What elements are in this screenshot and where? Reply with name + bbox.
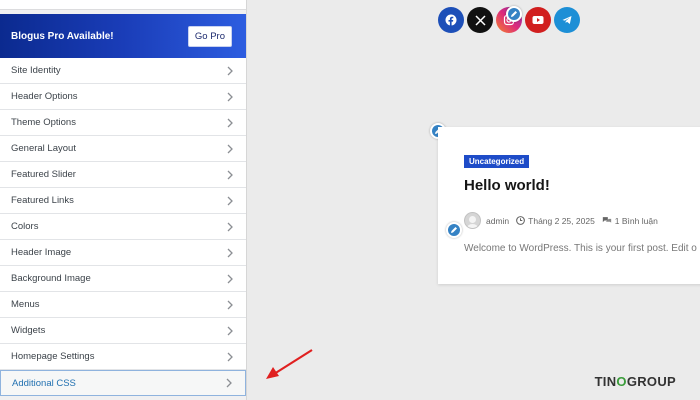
menu-item-label: General Layout xyxy=(11,143,76,154)
menu-item-label: Featured Links xyxy=(11,195,74,206)
watermark-part3: GROUP xyxy=(626,374,676,389)
menu-item-menus[interactable]: Menus xyxy=(0,292,246,318)
chevron-right-icon xyxy=(224,195,236,207)
chevron-right-icon xyxy=(223,377,235,389)
menu-item-label: Header Options xyxy=(11,91,78,102)
chevron-right-icon xyxy=(224,65,236,77)
chevron-right-icon xyxy=(224,247,236,259)
pro-promo-banner: Blogus Pro Available! Go Pro xyxy=(0,14,246,58)
menu-item-general-layout[interactable]: General Layout xyxy=(0,136,246,162)
menu-item-label: Colors xyxy=(11,221,39,232)
comments-icon xyxy=(602,217,611,223)
facebook-icon[interactable] xyxy=(438,7,464,33)
x-icon[interactable] xyxy=(467,7,493,33)
sidebar-top-strip xyxy=(0,0,246,10)
watermark-part2: O xyxy=(616,374,627,389)
chevron-right-icon xyxy=(224,221,236,233)
chevron-right-icon xyxy=(224,169,236,181)
post-author[interactable]: admin xyxy=(486,216,509,226)
menu-item-label: Widgets xyxy=(11,325,46,336)
chevron-right-icon xyxy=(224,117,236,129)
menu-item-label: Homepage Settings xyxy=(11,351,95,362)
youtube-icon[interactable] xyxy=(525,7,551,33)
menu-item-featured-slider[interactable]: Featured Slider xyxy=(0,162,246,188)
go-pro-button[interactable]: Go Pro xyxy=(187,25,232,47)
chevron-right-icon xyxy=(224,91,236,103)
menu-item-label: Additional CSS xyxy=(12,377,76,389)
comments-text: 1 Bình luận xyxy=(614,215,658,226)
chevron-right-icon xyxy=(224,143,236,155)
edit-social-shortcut-icon[interactable] xyxy=(506,6,522,22)
menu-item-featured-links[interactable]: Featured Links xyxy=(0,188,246,214)
menu-item-label: Site Identity xyxy=(11,65,61,76)
customizer-sidebar: Blogus Pro Available! Go Pro Site Identi… xyxy=(0,0,247,400)
author-name: admin xyxy=(486,215,510,226)
menu-item-header-options[interactable]: Header Options xyxy=(0,84,246,110)
menu-item-header-image[interactable]: Header Image xyxy=(0,240,246,266)
red-arrow-icon xyxy=(266,349,313,379)
menu-item-homepage-settings[interactable]: Homepage Settings xyxy=(0,344,246,370)
menu-item-theme-options[interactable]: Theme Options xyxy=(0,110,246,136)
telegram-icon[interactable] xyxy=(554,7,580,33)
post-title[interactable]: Hello world! xyxy=(464,177,550,194)
chevron-right-icon xyxy=(224,299,236,311)
customizer-menu: Site Identity Header Options Theme Optio… xyxy=(0,58,246,396)
menu-item-label: Theme Options xyxy=(11,117,76,128)
promo-title: Blogus Pro Available! xyxy=(11,30,114,42)
date-text: Tháng 2 25, 2025 xyxy=(528,215,595,226)
menu-item-widgets[interactable]: Widgets xyxy=(0,318,246,344)
chevron-right-icon xyxy=(224,273,236,285)
menu-item-label: Background Image xyxy=(11,273,91,284)
post-excerpt: Welcome to WordPress. This is your first… xyxy=(464,243,697,254)
menu-item-label: Featured Slider xyxy=(11,169,76,180)
clock-icon xyxy=(516,216,526,225)
watermark-part1: TIN xyxy=(594,374,617,389)
post-comments[interactable]: 1 Bình luận xyxy=(602,216,658,226)
menu-item-colors[interactable]: Colors xyxy=(0,214,246,240)
menu-item-site-identity[interactable]: Site Identity xyxy=(0,58,246,84)
chevron-right-icon xyxy=(224,325,236,337)
avatar[interactable] xyxy=(464,212,481,229)
site-preview: Uncategorized Hello world! admin Tháng 2… xyxy=(248,0,700,400)
menu-item-background-image[interactable]: Background Image xyxy=(0,266,246,292)
menu-item-label: Menus xyxy=(11,299,40,310)
category-badge[interactable]: Uncategorized xyxy=(464,155,530,168)
edit-meta-shortcut-icon[interactable] xyxy=(446,222,462,238)
post-date[interactable]: Tháng 2 25, 2025 xyxy=(516,216,595,226)
post-meta: admin Tháng 2 25, 2025 1 Bình luận xyxy=(464,212,665,229)
menu-item-additional-css[interactable]: Additional CSS xyxy=(0,370,246,396)
post-card: Uncategorized Hello world! admin Tháng 2… xyxy=(438,127,700,284)
chevron-right-icon xyxy=(224,351,236,363)
menu-item-label: Header Image xyxy=(11,247,72,258)
watermark-logo: TINOGROUP xyxy=(595,374,676,389)
